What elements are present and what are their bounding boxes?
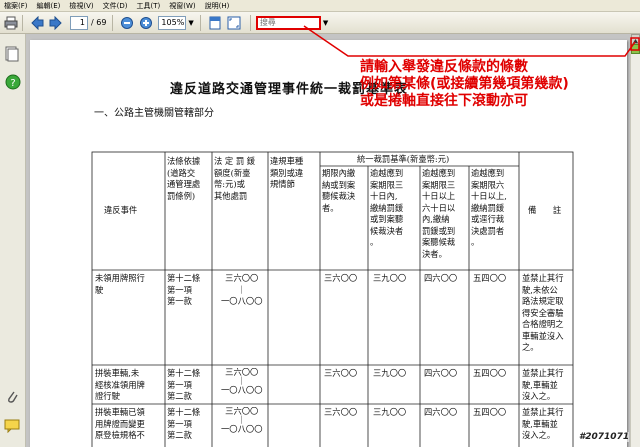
annotation-line: 例如第某條(或接續第幾項第幾款) bbox=[360, 76, 569, 92]
annotation-line: 或是捲軸直接往下滾動亦可 bbox=[360, 93, 528, 109]
watermark: #2071071 bbox=[579, 432, 630, 442]
annotation-text: 請輸入舉發違反條款的條數 例如第某條(或接續第幾項第幾款) 或是捲軸直接往下滾動亦可 bbox=[360, 59, 569, 110]
annotation-line: 請輸入舉發違反條款的條數 bbox=[360, 59, 528, 75]
